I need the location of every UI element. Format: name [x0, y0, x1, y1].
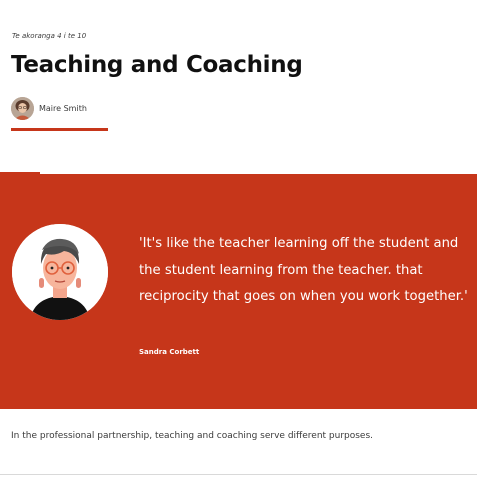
intro-paragraph: In the professional partnership, teachin…	[11, 431, 374, 441]
author-photo-icon	[11, 97, 34, 120]
section-divider	[0, 474, 477, 475]
woman-illustration-icon	[12, 224, 108, 320]
quote-author-avatar	[12, 224, 108, 320]
author-avatar	[11, 97, 34, 120]
author-byline: Maire Smith	[11, 97, 87, 120]
quote-text: 'It's like the teacher learning off the …	[139, 236, 468, 304]
page-title: Teaching and Coaching	[11, 52, 303, 78]
author-underline	[11, 128, 108, 131]
lesson-page: Te akoranga 4 i te 10 Teaching and Coach…	[0, 0, 477, 477]
quote-block: 'It's like the teacher learning off the …	[0, 174, 477, 409]
lesson-progress-label: Te akoranga 4 i te 10	[12, 32, 87, 40]
author-name[interactable]: Maire Smith	[39, 104, 87, 113]
quote-author-name: Sandra Corbett	[139, 348, 200, 356]
